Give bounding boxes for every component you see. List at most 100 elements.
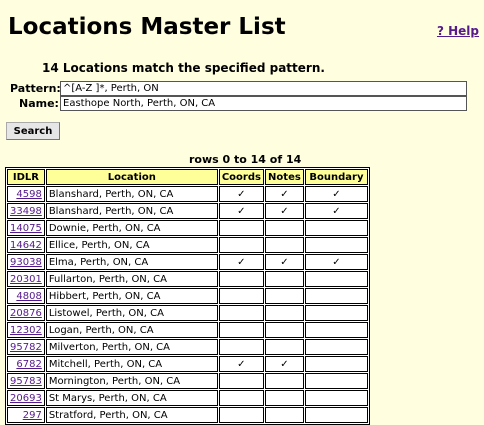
boundary-check-icon — [304, 220, 368, 236]
notes-check-icon — [264, 288, 304, 304]
idlr-link[interactable]: 20301 — [10, 274, 42, 285]
boundary-check-icon — [304, 356, 368, 372]
coords-check-icon — [218, 373, 264, 389]
header-location: Location — [45, 169, 218, 185]
header-coords: Coords — [218, 169, 264, 185]
table-row: 297 Stratford, Perth, ON, CA — [7, 407, 368, 423]
idlr-link[interactable]: 6782 — [16, 359, 41, 370]
idlr-link[interactable]: 297 — [23, 410, 42, 421]
notes-check-icon — [264, 339, 304, 355]
header-boundary: Boundary — [304, 169, 368, 185]
boundary-check-icon: ✓ — [304, 254, 368, 270]
boundary-check-icon — [304, 237, 368, 253]
location-cell: Elma, Perth, ON, CA — [45, 254, 218, 270]
location-cell: Stratford, Perth, ON, CA — [45, 407, 218, 423]
idlr-cell: 14075 — [7, 220, 45, 236]
idlr-cell: 20693 — [7, 390, 45, 406]
idlr-cell: 4808 — [7, 288, 45, 304]
coords-check-icon: ✓ — [218, 254, 264, 270]
coords-check-icon — [218, 237, 264, 253]
coords-check-icon: ✓ — [218, 186, 264, 202]
idlr-link[interactable]: 95783 — [10, 376, 42, 387]
table-row: 95782 Milverton, Perth, ON, CA — [7, 339, 368, 355]
location-cell: Downie, Perth, ON, CA — [45, 220, 218, 236]
idlr-cell: 95783 — [7, 373, 45, 389]
idlr-link[interactable]: 4808 — [16, 291, 41, 302]
boundary-check-icon — [304, 305, 368, 321]
coords-check-icon — [218, 271, 264, 287]
idlr-cell: 33498 — [7, 203, 45, 219]
notes-check-icon — [264, 390, 304, 406]
boundary-check-icon — [304, 271, 368, 287]
idlr-link[interactable]: 20693 — [10, 393, 42, 404]
name-label: Name: — [19, 97, 59, 110]
notes-check-icon — [264, 373, 304, 389]
notes-check-icon — [264, 305, 304, 321]
boundary-check-icon: ✓ — [304, 186, 368, 202]
coords-check-icon: ✓ — [218, 203, 264, 219]
page-title: Locations Master List — [8, 14, 286, 40]
boundary-check-icon — [304, 390, 368, 406]
table-row: 6782 Mitchell, Perth, ON, CA ✓ ✓ — [7, 356, 368, 372]
boundary-check-icon — [304, 322, 368, 338]
idlr-cell: 93038 — [7, 254, 45, 270]
table-row: 93038 Elma, Perth, ON, CA ✓ ✓ ✓ — [7, 254, 368, 270]
idlr-cell: 95782 — [7, 339, 45, 355]
notes-check-icon: ✓ — [264, 356, 304, 372]
header-idlr: IDLR — [7, 169, 45, 185]
help-link[interactable]: ? Help — [437, 24, 479, 38]
location-cell: Listowel, Perth, ON, CA — [45, 305, 218, 321]
notes-check-icon — [264, 220, 304, 236]
table-row: 12302 Logan, Perth, ON, CA — [7, 322, 368, 338]
notes-check-icon — [264, 237, 304, 253]
idlr-link[interactable]: 95782 — [10, 342, 42, 353]
location-cell: Logan, Perth, ON, CA — [45, 322, 218, 338]
coords-check-icon — [218, 339, 264, 355]
idlr-link[interactable]: 33498 — [10, 206, 42, 217]
location-cell: Fullarton, Perth, ON, CA — [45, 271, 218, 287]
table-row: 4808 Hibbert, Perth, ON, CA — [7, 288, 368, 304]
idlr-link[interactable]: 93038 — [10, 257, 42, 268]
idlr-cell: 14642 — [7, 237, 45, 253]
notes-check-icon: ✓ — [264, 254, 304, 270]
coords-check-icon — [218, 390, 264, 406]
pattern-label: Pattern: — [10, 82, 61, 95]
boundary-check-icon: ✓ — [304, 203, 368, 219]
idlr-link[interactable]: 12302 — [10, 325, 42, 336]
location-cell: St Marys, Perth, ON, CA — [45, 390, 218, 406]
coords-check-icon — [218, 220, 264, 236]
idlr-link[interactable]: 14075 — [10, 223, 42, 234]
match-summary: 14 Locations match the specified pattern… — [42, 61, 325, 75]
location-cell: Mornington, Perth, ON, CA — [45, 373, 218, 389]
coords-check-icon — [218, 305, 264, 321]
table-row: 20876 Listowel, Perth, ON, CA — [7, 305, 368, 321]
location-cell: Blanshard, Perth, ON, CA — [45, 186, 218, 202]
table-row: 20693 St Marys, Perth, ON, CA — [7, 390, 368, 406]
idlr-cell: 20301 — [7, 271, 45, 287]
notes-check-icon — [264, 322, 304, 338]
idlr-link[interactable]: 14642 — [10, 240, 42, 251]
idlr-cell: 20876 — [7, 305, 45, 321]
table-row: 14642 Ellice, Perth, ON, CA — [7, 237, 368, 253]
location-cell: Blanshard, Perth, ON, CA — [45, 203, 218, 219]
boundary-check-icon — [304, 407, 368, 423]
notes-check-icon: ✓ — [264, 203, 304, 219]
idlr-cell: 6782 — [7, 356, 45, 372]
search-button[interactable]: Search — [6, 122, 60, 140]
name-input[interactable]: Easthope North, Perth, ON, CA — [60, 96, 467, 111]
idlr-link[interactable]: 4598 — [16, 189, 41, 200]
notes-check-icon: ✓ — [264, 186, 304, 202]
table-row: 95783 Mornington, Perth, ON, CA — [7, 373, 368, 389]
boundary-check-icon — [304, 339, 368, 355]
pattern-input[interactable]: ^[A-Z ]*, Perth, ON — [60, 81, 467, 96]
idlr-link[interactable]: 20876 — [10, 308, 42, 319]
notes-check-icon — [264, 271, 304, 287]
location-cell: Hibbert, Perth, ON, CA — [45, 288, 218, 304]
coords-check-icon — [218, 407, 264, 423]
idlr-cell: 12302 — [7, 322, 45, 338]
coords-check-icon — [218, 288, 264, 304]
location-cell: Mitchell, Perth, ON, CA — [45, 356, 218, 372]
boundary-check-icon — [304, 288, 368, 304]
table-row: 14075 Downie, Perth, ON, CA — [7, 220, 368, 236]
idlr-cell: 4598 — [7, 186, 45, 202]
